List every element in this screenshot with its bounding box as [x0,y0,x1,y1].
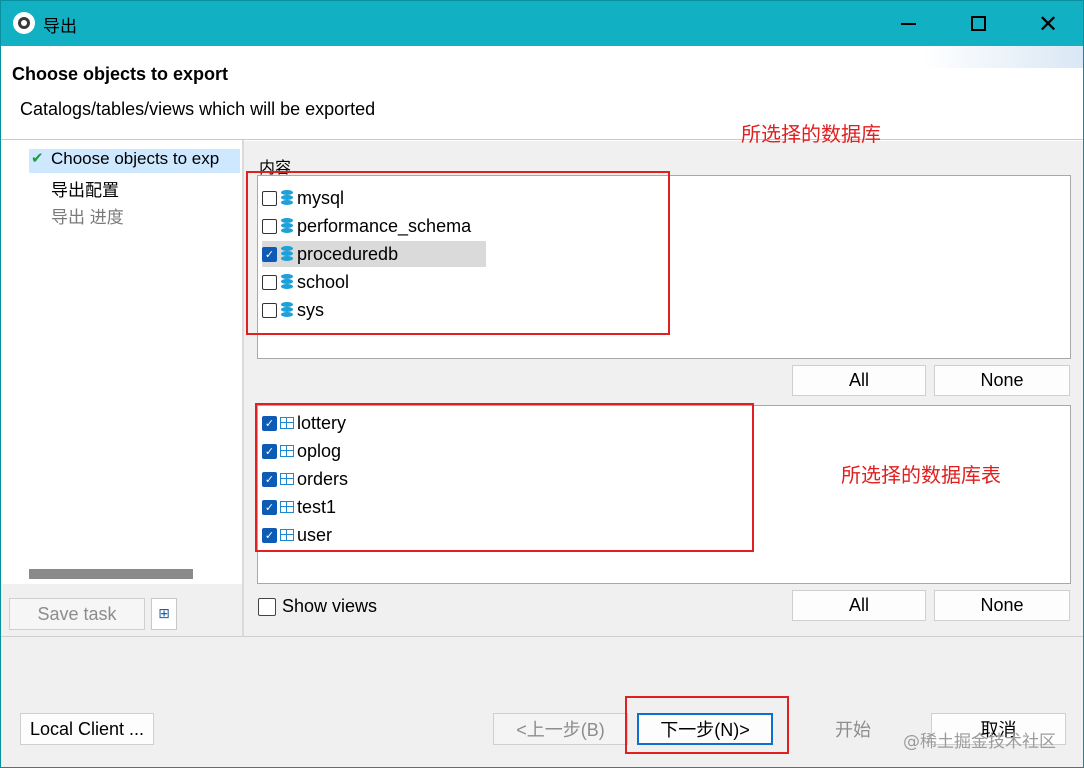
title-bar: 导出 ✕ [1,1,1083,46]
nav-step-export-progress[interactable]: 导出 进度 [51,203,124,227]
catalog-annotation-box [246,171,670,335]
start-button[interactable]: 开始 [786,713,920,745]
nav-step-label: 导出配置 [51,181,119,200]
table-select-none-button[interactable]: None [934,590,1070,621]
catalog-select-none-button[interactable]: None [934,365,1070,396]
close-icon: ✕ [1037,9,1059,38]
catalog-annotation-text: 所选择的数据库 [741,122,881,146]
page-title: Choose objects to export [12,64,229,84]
minimize-icon [900,22,916,25]
show-views-toggle[interactable]: Show views [258,596,377,617]
table-annotation-text: 所选择的数据库表 [841,463,1001,487]
close-button[interactable]: ✕ [1013,1,1083,46]
window-title: 导出 [43,17,77,37]
save-task-button[interactable]: Save task [9,598,145,630]
check-icon: ✔ [31,149,44,167]
header-decoration [923,46,1083,68]
nav-horizontal-scrollbar[interactable] [29,569,193,579]
table-select-all-button[interactable]: All [792,590,926,621]
save-task-settings-button[interactable]: ⊞ [151,598,177,630]
export-dialog: 导出 ✕ Choose objects to export Catalogs/t… [0,0,1084,768]
wizard-header: Choose objects to export Catalogs/tables… [1,46,1083,141]
page-description: Catalogs/tables/views which will be expo… [20,99,376,119]
footer-divider [1,636,1083,637]
show-views-label: Show views [282,596,378,616]
nav-step-label: 导出 进度 [51,208,124,227]
table-annotation-box [255,403,754,552]
panel-splitter[interactable] [242,140,244,636]
show-views-checkbox[interactable] [258,597,276,616]
maximize-button[interactable] [943,1,1013,46]
next-annotation-box [625,696,789,754]
watermark: @稀土掘金技术社区 [903,732,1056,752]
sitemap-icon: ⊞ [158,606,170,622]
maximize-icon [970,16,986,31]
nav-step-export-config[interactable]: 导出配置 [51,176,119,200]
dbeaver-app-icon [13,12,35,34]
catalog-select-all-button[interactable]: All [792,365,926,396]
local-client-button[interactable]: Local Client ... [20,713,154,745]
minimize-button[interactable] [873,1,943,46]
nav-step-choose-objects[interactable]: Choose objects to exp [29,149,240,173]
nav-step-label: Choose objects to exp [51,149,220,168]
back-button[interactable]: <上一步(B) [493,713,628,745]
